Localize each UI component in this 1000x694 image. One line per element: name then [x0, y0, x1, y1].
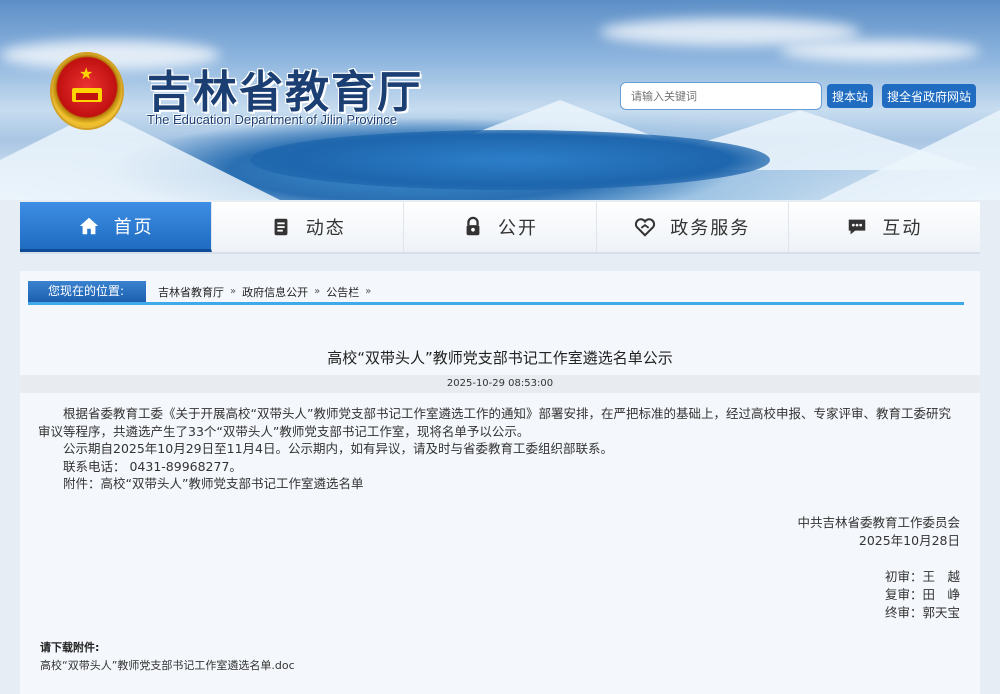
lock-icon	[466, 216, 480, 236]
nav-item-news[interactable]: 动态	[212, 202, 405, 252]
home-icon	[79, 217, 98, 234]
nav-item-label: 动态	[305, 218, 346, 239]
article-paragraph: 公示期自2025年10月29日至11月4日。公示期内，如有异议，请及时与省委教育…	[63, 441, 613, 456]
issuer: 中共吉林省委教育工作委员会	[797, 515, 960, 530]
book-icon	[274, 218, 288, 236]
chat-icon	[849, 219, 866, 235]
download-label: 请下载附件:	[40, 641, 100, 654]
reviewer-final: 终审：郭天宝	[884, 605, 960, 620]
breadcrumb-label: 您现在的位置:	[28, 281, 147, 302]
nav-item-interact[interactable]: 互动	[789, 202, 980, 252]
site-title[interactable]: 吉林省教育厅	[147, 56, 423, 120]
breadcrumb-item-bulletin[interactable]: 公告栏	[326, 284, 359, 300]
nav-item-open[interactable]: 公开	[404, 202, 597, 252]
article-paragraph: 联系电话： 0431-89968277。	[63, 458, 242, 474]
site-subtitle: The Education Department of Jilin Provin…	[147, 112, 398, 127]
article-paragraph: 附件：高校“双带头人”教师党支部书记工作室遴选名单	[63, 476, 364, 491]
nav-item-services[interactable]: 政务服务	[597, 202, 789, 252]
issue-date: 2025年10月28日	[858, 533, 960, 548]
article-date: 2025-10-29 08:53:00	[20, 375, 980, 393]
main-nav: 首页 动态 公开 政务服务 互动	[20, 202, 980, 254]
nav-item-label: 首页	[113, 216, 154, 238]
breadcrumb: 您现在的位置: 吉林省教育厅 » 政府信息公开 » 公告栏 »	[28, 281, 964, 305]
breadcrumb-item-gov-info[interactable]: 政府信息公开	[242, 284, 308, 300]
attachment-link[interactable]: 高校“双带头人”教师党支部书记工作室遴选名单.doc	[40, 657, 295, 673]
article-body: 根据省委教育工委《关于开展高校“双带头人”教师党支部书记工作室遴选工作的通知》部…	[38, 405, 962, 493]
breadcrumb-item-home[interactable]: 吉林省教育厅	[158, 284, 224, 300]
national-emblem-icon: ★	[52, 54, 122, 128]
heart-hands-icon	[635, 218, 656, 237]
search-gov-button[interactable]: 搜全省政府网站	[882, 84, 977, 108]
search-input[interactable]	[620, 82, 822, 110]
content-panel: 您现在的位置: 吉林省教育厅 » 政府信息公开 » 公告栏 » 高校“双带头人”…	[20, 271, 980, 694]
article-title: 高校“双带头人”教师党支部书记工作室遴选名单公示	[327, 349, 673, 367]
nav-item-label: 政务服务	[670, 218, 751, 239]
breadcrumb-separator: »	[314, 286, 321, 297]
nav-item-label: 互动	[882, 218, 923, 239]
lake-decoration	[250, 130, 770, 190]
search-site-button[interactable]: 搜本站	[827, 84, 874, 108]
reviewer-second: 复审：田 峥	[884, 587, 960, 602]
mountain-decoration	[820, 110, 1000, 200]
breadcrumb-separator: »	[365, 286, 372, 297]
article-paragraph: 根据省委教育工委《关于开展高校“双带头人”教师党支部书记工作室遴选工作的通知》部…	[38, 406, 951, 439]
breadcrumb-separator: »	[230, 286, 237, 297]
nav-item-label: 公开	[498, 218, 538, 239]
nav-item-home[interactable]: 首页	[20, 202, 213, 252]
cloud-decoration	[780, 40, 980, 62]
reviewer-initial: 初审：王 越	[884, 569, 960, 584]
